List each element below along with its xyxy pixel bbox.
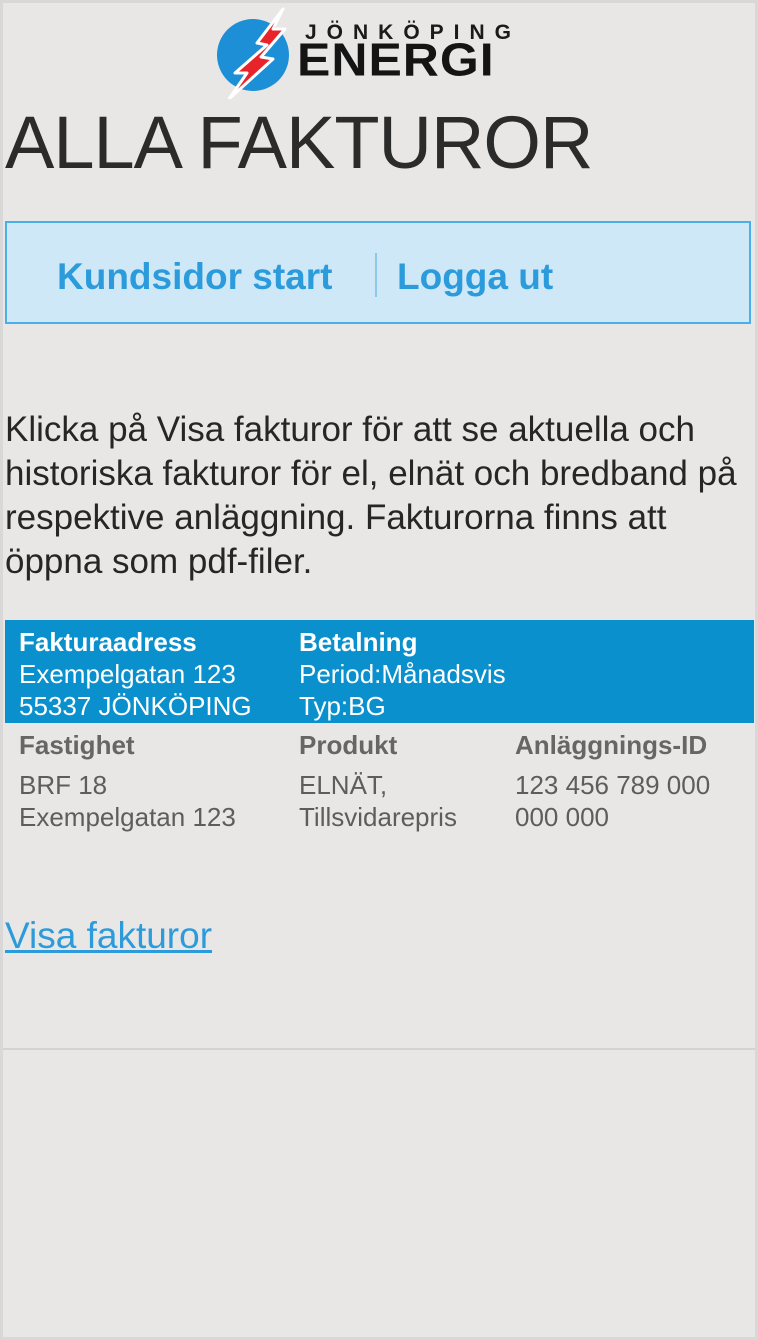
billing-payment-period: Period:Månadsvis bbox=[299, 659, 506, 689]
lightning-icon bbox=[217, 7, 289, 99]
nav-divider bbox=[375, 253, 377, 297]
show-invoices-link[interactable]: Visa fakturor bbox=[5, 915, 212, 957]
facility-id-header: Anläggnings-ID bbox=[515, 730, 708, 760]
nav-link-logga-ut[interactable]: Logga ut bbox=[397, 256, 553, 298]
nav-bar: Kundsidor start Logga ut bbox=[5, 221, 751, 324]
facility-property: Fastighet BRF 18 Exempelgatan 123 bbox=[19, 729, 236, 833]
facility-id-line1: 123 456 789 000 bbox=[515, 770, 711, 800]
facility-product: Produkt ELNÄT, Tillsvidarepris bbox=[299, 729, 457, 833]
facility-property-header: Fastighet bbox=[19, 730, 135, 760]
facility-property-line1: BRF 18 bbox=[19, 770, 108, 800]
brand-main-line: ENERGI bbox=[297, 34, 495, 86]
facility-id-line2: 000 000 bbox=[515, 802, 609, 832]
facility-product-line2: Tillsvidarepris bbox=[299, 802, 457, 832]
billing-payment-type: Typ:BG bbox=[299, 691, 386, 721]
billing-address-line2: 55337 JÖNKÖPING bbox=[19, 691, 252, 721]
nav-link-kundsidor-start[interactable]: Kundsidor start bbox=[57, 256, 332, 298]
intro-text: Klicka på Visa fakturor för att se aktue… bbox=[5, 410, 737, 581]
billing-address-line1: Exempelgatan 123 bbox=[19, 659, 236, 689]
billing-address: Fakturaadress Exempelgatan 123 55337 JÖN… bbox=[19, 626, 252, 722]
facility-property-line2: Exempelgatan 123 bbox=[19, 802, 236, 832]
footer-divider bbox=[3, 1048, 755, 1050]
page-title: ALLA FAKTUROR bbox=[5, 101, 593, 184]
facility-product-header: Produkt bbox=[299, 730, 398, 760]
facility-row: Fastighet BRF 18 Exempelgatan 123 Produk… bbox=[5, 727, 754, 837]
billing-info-bar: Fakturaadress Exempelgatan 123 55337 JÖN… bbox=[5, 620, 754, 723]
brand-logo: JÖNKÖPING ENERGI bbox=[213, 7, 553, 99]
billing-payment-header: Betalning bbox=[299, 627, 418, 657]
billing-address-header: Fakturaadress bbox=[19, 627, 197, 657]
facility-product-line1: ELNÄT, bbox=[299, 770, 388, 800]
facility-id: Anläggnings-ID 123 456 789 000 000 000 bbox=[515, 729, 710, 833]
billing-payment: Betalning Period:Månadsvis Typ:BG bbox=[299, 626, 506, 722]
